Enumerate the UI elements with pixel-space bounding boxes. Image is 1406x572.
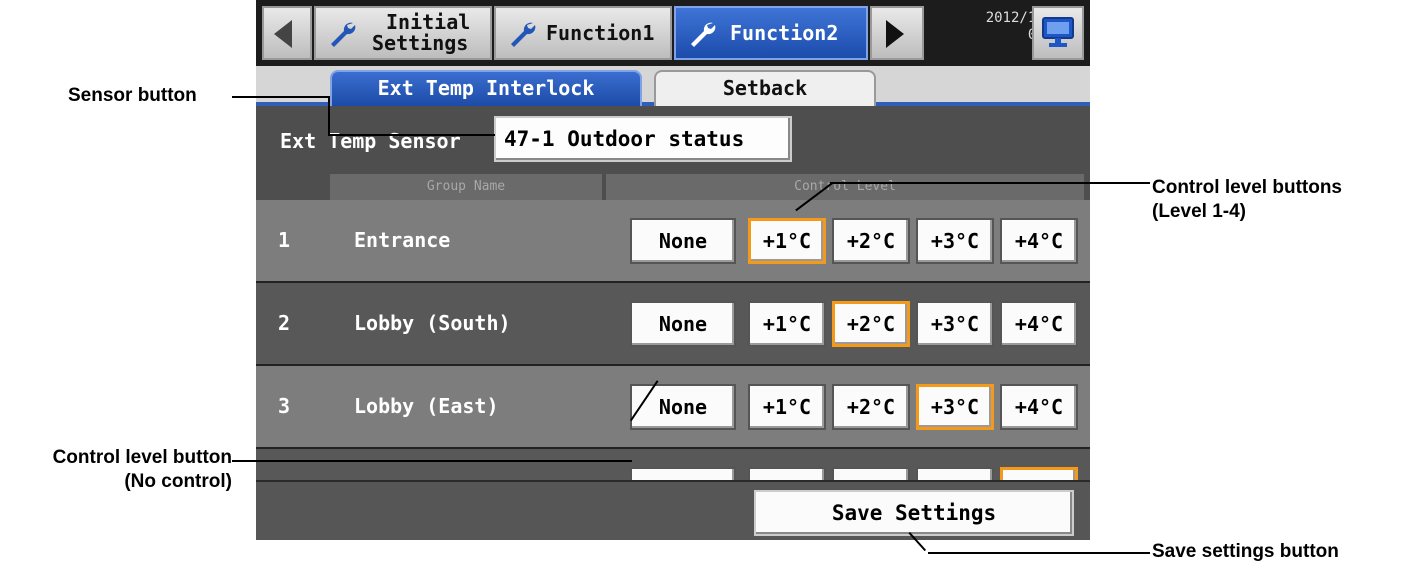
control-level-none-button[interactable]: None	[630, 384, 736, 430]
control-level-button[interactable]: +4°C	[1000, 218, 1078, 264]
control-level-button[interactable]: +1°C	[748, 384, 826, 430]
tab-label: Function1	[546, 21, 655, 45]
prev-page-button[interactable]	[262, 6, 312, 60]
tab-function2[interactable]: Function2	[674, 6, 868, 60]
wrench-icon	[691, 22, 716, 47]
tab-ext-temp-interlock[interactable]: Ext Temp Interlock	[330, 70, 642, 106]
tab-initial-settings[interactable]: Initial Settings	[314, 6, 492, 60]
touch-panel-screen: Initial Settings Function1 Function2 201…	[256, 0, 1090, 540]
row-number: 1	[278, 228, 291, 252]
control-level-button[interactable]: +2°C	[832, 301, 910, 347]
table-row: 3 Lobby (East) None +1°C +2°C +3°C +4°C	[256, 366, 1090, 449]
table-row: 2 Lobby (South) None +1°C +2°C +3°C +4°C	[256, 283, 1090, 366]
control-level-button[interactable]: +3°C	[916, 384, 994, 430]
control-level-button[interactable]: +1°C	[748, 218, 826, 264]
tab-label: Initial Settings	[372, 10, 471, 55]
group-name: Entrance	[354, 228, 451, 252]
leader-line	[232, 96, 330, 98]
row-number: 2	[278, 311, 291, 335]
callout-sensor-button: Sensor button	[68, 85, 197, 106]
monitor-icon	[1042, 17, 1074, 47]
group-name: Lobby (South)	[354, 311, 511, 335]
callout-save-settings-button: Save settings button	[1152, 541, 1339, 562]
wrench-icon	[331, 22, 356, 47]
top-bar: Initial Settings Function1 Function2 201…	[256, 0, 1090, 66]
arrow-right-icon	[886, 20, 904, 48]
control-level-button[interactable]: +4°C	[1000, 384, 1078, 430]
table-row: 1 Entrance None +1°C +2°C +3°C +4°C	[256, 200, 1090, 283]
control-level-none-button[interactable]: None	[630, 218, 736, 264]
wrench-icon	[511, 22, 536, 47]
column-header-group-name: Group Name	[330, 174, 602, 200]
callout-control-level-buttons: Control level buttons (Level 1-4)	[1152, 177, 1342, 222]
leader-line	[830, 182, 1150, 184]
group-name: Lobby (East)	[354, 394, 499, 418]
display-button[interactable]	[1032, 6, 1084, 60]
sub-tab-bar: Ext Temp Interlock Setback	[256, 66, 1090, 106]
leader-line	[232, 460, 632, 462]
callout-no-control-button: Control level button (No control)	[52, 447, 232, 492]
control-level-button[interactable]: +4°C	[1000, 301, 1078, 347]
column-header-control-level: Control Level	[606, 174, 1084, 200]
leader-line	[330, 134, 495, 136]
control-level-button[interactable]: +3°C	[916, 301, 994, 347]
sensor-label: Ext Temp Sensor	[280, 129, 461, 153]
sensor-button[interactable]: 47-1 Outdoor status	[494, 116, 792, 162]
tab-setback[interactable]: Setback	[654, 70, 876, 106]
arrow-left-icon	[274, 20, 292, 48]
control-level-button[interactable]: +3°C	[916, 218, 994, 264]
next-page-button[interactable]	[870, 6, 924, 60]
control-level-button[interactable]: +2°C	[832, 384, 910, 430]
row-number: 3	[278, 394, 291, 418]
leader-line	[328, 96, 330, 136]
save-settings-button[interactable]: Save Settings	[754, 490, 1074, 536]
control-level-none-button[interactable]: None	[630, 301, 736, 347]
control-level-button[interactable]: +2°C	[832, 218, 910, 264]
leader-line	[928, 552, 1150, 554]
tab-label: Function2	[730, 21, 839, 45]
tab-function1[interactable]: Function1	[494, 6, 672, 60]
control-level-button[interactable]: +1°C	[748, 301, 826, 347]
footer: Save Settings	[256, 480, 1090, 540]
